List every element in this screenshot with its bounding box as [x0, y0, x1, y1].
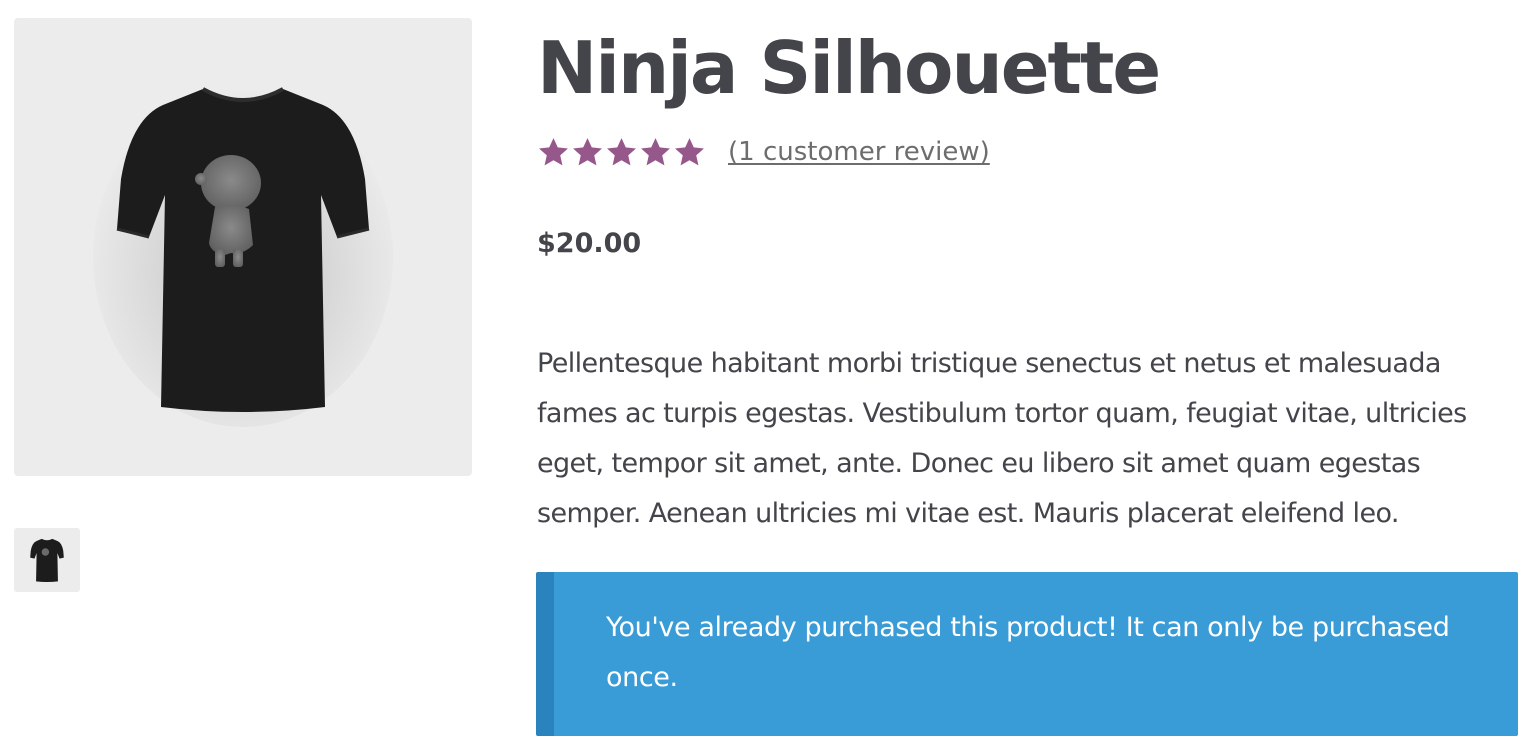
product-price: $20.00 — [537, 228, 642, 259]
star-icon — [573, 137, 602, 165]
product-gallery — [14, 18, 472, 592]
product-short-description: Pellentesque habitant morbi tristique se… — [537, 348, 1467, 529]
purchased-notice: You've already purchased this product! I… — [536, 572, 1518, 736]
star-rating — [537, 136, 706, 169]
customer-review-link[interactable]: (1 customer review) — [728, 137, 990, 167]
purchased-notice-text: You've already purchased this product! I… — [606, 612, 1450, 693]
tshirt-thumbnail — [30, 538, 64, 582]
product-thumbnail[interactable] — [14, 528, 80, 592]
star-icon — [539, 137, 568, 165]
product-summary: Ninja Silhouette (1 customer review) $20… — [536, 18, 1518, 736]
star-icon — [675, 137, 704, 165]
star-icon — [641, 137, 670, 165]
star-icon — [607, 137, 636, 165]
tshirt-image — [93, 87, 393, 427]
product-title: Ninja Silhouette — [537, 26, 1161, 110]
product-main-image[interactable] — [14, 18, 472, 476]
product-rating: (1 customer review) — [537, 132, 990, 172]
